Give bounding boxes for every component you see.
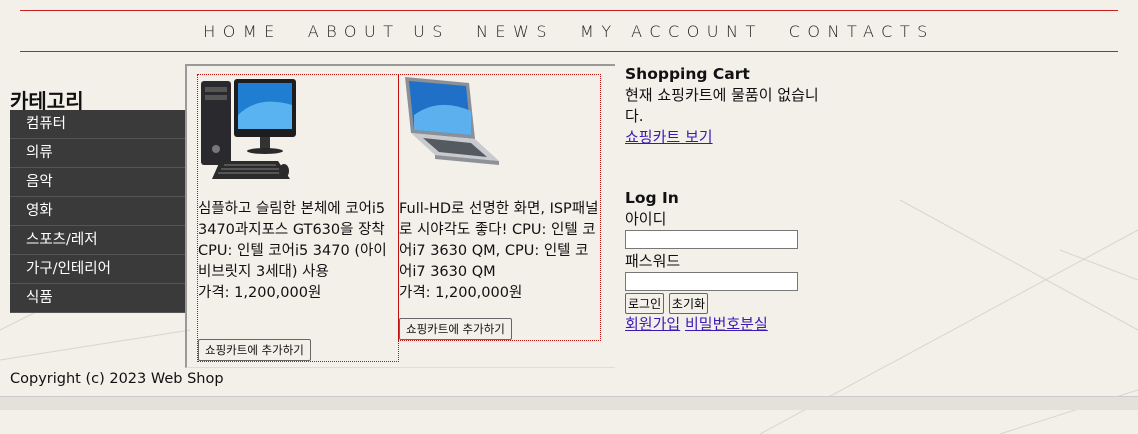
nav-contacts[interactable]: CONTACTS bbox=[789, 22, 935, 41]
sidebar-item-furniture[interactable]: 가구/인테리어 bbox=[10, 255, 185, 284]
footer-copyright: Copyright (c) 2023 Web Shop bbox=[10, 371, 224, 387]
login-title: Log In bbox=[625, 189, 679, 207]
shopping-cart-panel: Shopping Cart 현재 쇼핑카트에 물품이 없습니다. 쇼핑카트 보기 bbox=[625, 64, 825, 148]
forgot-password-link[interactable]: 비밀번호분실 bbox=[685, 315, 768, 333]
add-to-cart-button[interactable]: 쇼핑카트에 추가하기 bbox=[198, 339, 311, 361]
product-price: 가격: 1,200,000원 bbox=[399, 285, 523, 301]
top-navigation: HOME ABOUT US NEWS MY ACCOUNT CONTACTS bbox=[20, 10, 1118, 52]
desktop-computer-image[interactable] bbox=[198, 75, 398, 199]
login-panel: Log In 아이디 패스워드 로그인 초기화 회원가입 비밀번호분실 bbox=[625, 188, 825, 335]
footer-bar bbox=[0, 396, 1138, 410]
laptop-image[interactable] bbox=[399, 75, 600, 199]
nav-home[interactable]: HOME bbox=[203, 22, 282, 41]
login-buttons: 로그인 초기화 bbox=[625, 293, 825, 314]
nav-about-us[interactable]: ABOUT US bbox=[308, 22, 450, 41]
product-price: 가격: 1,200,000원 bbox=[198, 285, 322, 301]
id-field[interactable] bbox=[625, 230, 798, 249]
signup-link[interactable]: 회원가입 bbox=[625, 315, 680, 333]
password-label: 패스워드 bbox=[625, 252, 681, 270]
product-description: 심플하고 슬림한 본체에 코어i5 3470과지포스 GT630을 장착 CPU… bbox=[198, 201, 387, 280]
nav-news[interactable]: NEWS bbox=[476, 22, 554, 41]
product-description: Full-HD로 선명한 화면, ISP패널로 시야각도 좋다! CPU: 인텔… bbox=[399, 201, 599, 280]
view-cart-link[interactable]: 쇼핑카트 보기 bbox=[625, 128, 713, 146]
product-card: 심플하고 슬림한 본체에 코어i5 3470과지포스 GT630을 장착 CPU… bbox=[197, 74, 399, 362]
cart-title: Shopping Cart bbox=[625, 65, 750, 83]
cart-message: 현재 쇼핑카트에 물품이 없습니다. bbox=[625, 86, 819, 125]
nav-my-account[interactable]: MY ACCOUNT bbox=[580, 22, 763, 41]
sidebar-item-movies[interactable]: 영화 bbox=[10, 197, 185, 226]
login-button[interactable]: 로그인 bbox=[625, 293, 665, 314]
id-label: 아이디 bbox=[625, 210, 667, 228]
product-list: 심플하고 슬림한 본체에 코어i5 3470과지포스 GT630을 장착 CPU… bbox=[185, 64, 615, 368]
add-to-cart-button[interactable]: 쇼핑카트에 추가하기 bbox=[399, 318, 512, 340]
sidebar-item-food[interactable]: 식품 bbox=[10, 284, 185, 313]
password-field[interactable] bbox=[625, 272, 798, 291]
sidebar-item-sports[interactable]: 스포츠/레저 bbox=[10, 226, 185, 255]
sidebar-item-music[interactable]: 음악 bbox=[10, 168, 185, 197]
product-card: Full-HD로 선명한 화면, ISP패널로 시야각도 좋다! CPU: 인텔… bbox=[398, 74, 601, 341]
sidebar-item-clothing[interactable]: 의류 bbox=[10, 139, 185, 168]
reset-button[interactable]: 초기화 bbox=[668, 293, 709, 314]
sidebar-item-computer[interactable]: 컴퓨터 bbox=[10, 110, 185, 139]
category-menu: 컴퓨터 의류 음악 영화 스포츠/레저 가구/인테리어 식품 bbox=[10, 110, 185, 313]
